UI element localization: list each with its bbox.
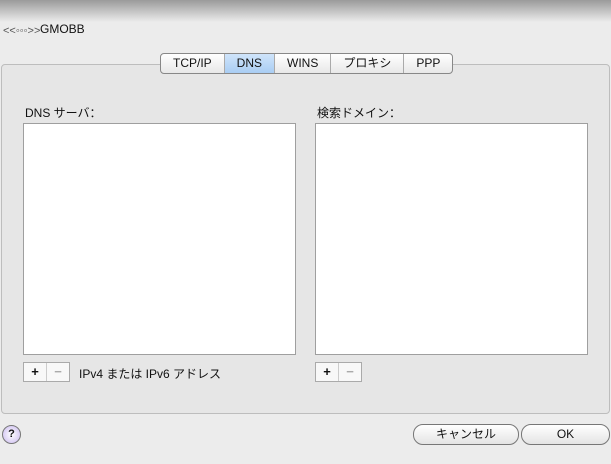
remove-dns-button[interactable]: −	[46, 363, 69, 381]
tab-ppp[interactable]: PPP	[403, 54, 452, 73]
tab-tcpip[interactable]: TCP/IP	[161, 54, 224, 73]
search-domains-list[interactable]	[315, 123, 588, 355]
remove-domain-button[interactable]: −	[338, 363, 361, 381]
tab-proxy[interactable]: プロキシ	[330, 54, 403, 73]
search-domains-label: 検索ドメイン：	[317, 106, 402, 120]
tab-bar: TCP/IP DNS WINS プロキシ PPP	[160, 53, 454, 74]
dns-hint: IPv4 または IPv6 アドレス	[79, 367, 222, 381]
dns-servers-label: DNS サーバ：	[25, 106, 102, 120]
dns-add-remove: + −	[23, 362, 70, 382]
tab-dns[interactable]: DNS	[223, 54, 275, 73]
search-add-remove: + −	[315, 362, 362, 382]
network-service-icon: <<◦◦◦>>	[3, 25, 41, 37]
add-domain-button[interactable]: +	[316, 363, 338, 381]
service-title: GMOBB	[40, 22, 85, 36]
ok-button[interactable]: OK	[521, 424, 610, 445]
add-dns-button[interactable]: +	[24, 363, 46, 381]
window-shadow	[0, 0, 611, 22]
dns-servers-list[interactable]	[23, 123, 296, 355]
tab-wins[interactable]: WINS	[274, 54, 330, 73]
help-button[interactable]: ?	[2, 425, 21, 444]
cancel-button[interactable]: キャンセル	[413, 424, 519, 445]
